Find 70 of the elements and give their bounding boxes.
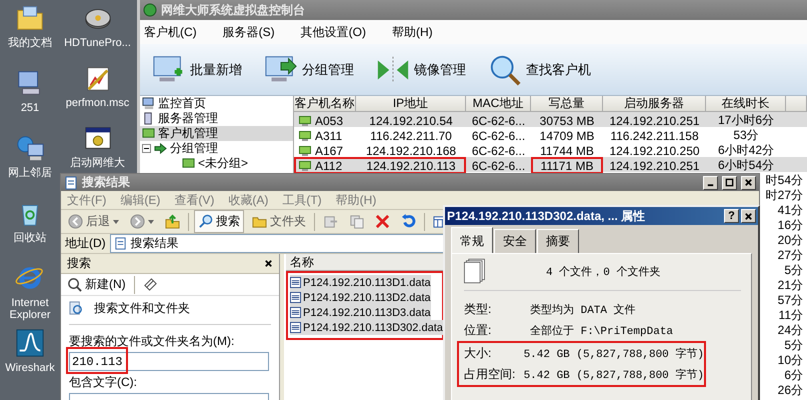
- table-cell-text: 124.192.210.251: [608, 114, 701, 128]
- table-cell-text: 116.242.211.158: [609, 128, 700, 142]
- table-cell: 27分: [778, 247, 803, 264]
- table-cell: 6分: [784, 367, 803, 384]
- table-cell: 21分: [778, 277, 803, 294]
- table-cell-text: 6C-62-6...: [470, 114, 526, 128]
- pane-heading: 搜索文件和文件夹: [94, 300, 190, 316]
- property-value: 类型均为 DATA 文件: [530, 302, 636, 317]
- icon-label: 回收站: [12, 232, 48, 244]
- table-cell: A167: [315, 144, 344, 158]
- table-cell-text: 124.192.210.113: [365, 158, 457, 172]
- tree-label: 分组管理: [170, 140, 218, 157]
- window-title: 网维大师系统虚拟盘控制台: [161, 2, 305, 18]
- table-cell-text: 6C-62-6...: [470, 158, 526, 172]
- table-cell: 16分: [778, 217, 803, 234]
- table-cell: 20分: [778, 232, 803, 249]
- icon-label: perfmon.msc: [64, 97, 130, 109]
- table-cell: 5分: [784, 337, 803, 354]
- property-label: 大小:: [464, 345, 492, 362]
- table-cell-text: 30753 MB: [538, 114, 596, 128]
- address-label: 地址(D): [65, 235, 106, 252]
- table-cell-text: 14709 MB: [538, 128, 596, 142]
- table-cell-text: 6C-62-6...: [470, 128, 526, 142]
- icon-label: Wireshark: [4, 362, 56, 374]
- icon-label: HDTunePro...: [63, 37, 132, 49]
- icon-label: 我的文档: [7, 37, 53, 49]
- table-cell-text: 6小时42分: [716, 142, 776, 159]
- field-label: 包含文字(C):: [69, 374, 138, 391]
- property-label: 占用空间:: [464, 366, 516, 383]
- icon-label: 启动网维大: [69, 157, 126, 169]
- table-cell: 时54分: [766, 172, 803, 189]
- table-cell: 11分: [778, 307, 803, 324]
- table-cell-text: 116.242.211.70: [369, 128, 453, 142]
- tree-label: 服务器管理: [158, 110, 218, 126]
- icon-label: Internet Explorer: [8, 297, 52, 321]
- table-cell-text: 124.192.210.251: [608, 158, 701, 172]
- tree-label: 监控首页: [158, 95, 206, 112]
- table-cell-text: 11171 MB: [540, 158, 594, 172]
- property-label: 类型:: [464, 301, 492, 318]
- table-cell: A053: [315, 114, 344, 128]
- icon-label: 网上邻居: [7, 167, 53, 179]
- pane-title: 搜索: [67, 255, 92, 272]
- table-cell-text: 124.192.210.250: [608, 144, 701, 158]
- window-title: P124.192.210.113D302.data, ... 属性: [447, 208, 646, 224]
- table-cell: 时27分: [766, 187, 803, 204]
- table-cell: A311: [315, 128, 342, 142]
- table-cell-text: 124.192.210.168: [364, 144, 458, 158]
- property-value: 5.42 GB (5,827,788,800 字节): [524, 368, 704, 382]
- tree-label: 客户机管理: [158, 125, 218, 142]
- property-value: 5.42 GB (5,827,788,800 字节): [524, 346, 704, 361]
- summary-text: 4 个文件，0 个文件夹: [546, 264, 660, 278]
- table-cell-text: 11744 MB: [539, 144, 595, 158]
- table-cell-text: 53分: [732, 127, 760, 144]
- table-cell-text: 17小时6分: [716, 112, 776, 129]
- table-cell-text: 6小时54分: [716, 157, 776, 174]
- field-label: 要搜索的文件或文件夹名为(M):: [69, 333, 236, 350]
- table-cell: 41分: [778, 202, 803, 219]
- table-cell-text: 124.192.210.54: [368, 114, 454, 128]
- property-label: 位置:: [464, 322, 492, 339]
- window-title: 搜索结果: [82, 174, 131, 192]
- table-cell: 26分: [778, 382, 803, 399]
- table-cell: 5分: [784, 262, 803, 279]
- table-cell: 57分: [778, 292, 803, 309]
- icon-label: 251: [20, 102, 40, 114]
- table-cell: A112: [315, 158, 342, 172]
- table-cell-text: 6C-62-6...: [470, 144, 526, 158]
- table-cell: 10分: [778, 352, 803, 369]
- tree-label: <未分组>: [198, 155, 248, 172]
- property-value: 全部位于 F:\PriTempData: [530, 324, 674, 338]
- table-cell: 24分: [778, 322, 803, 339]
